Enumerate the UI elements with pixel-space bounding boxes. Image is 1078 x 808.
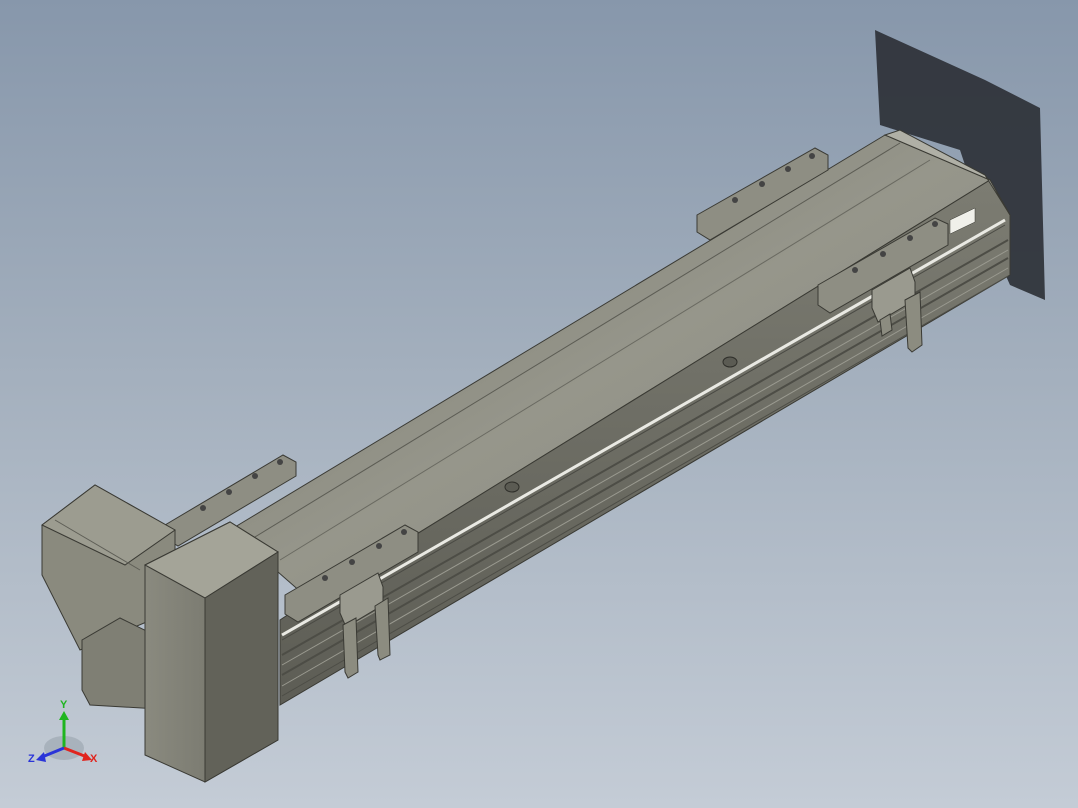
coordinate-triad[interactable]: Y X Z [28,699,98,765]
z-axis-label: Z [28,753,35,765]
3d-viewport[interactable]: Y X Z [0,0,1078,808]
z-axis-arrow-icon [36,752,46,762]
y-axis-arrow-icon [59,711,69,720]
x-axis-label: X [90,753,98,765]
model-scene[interactable]: Y X Z [0,0,1078,808]
y-axis-label: Y [60,699,68,711]
motor-housing[interactable] [41,484,279,783]
